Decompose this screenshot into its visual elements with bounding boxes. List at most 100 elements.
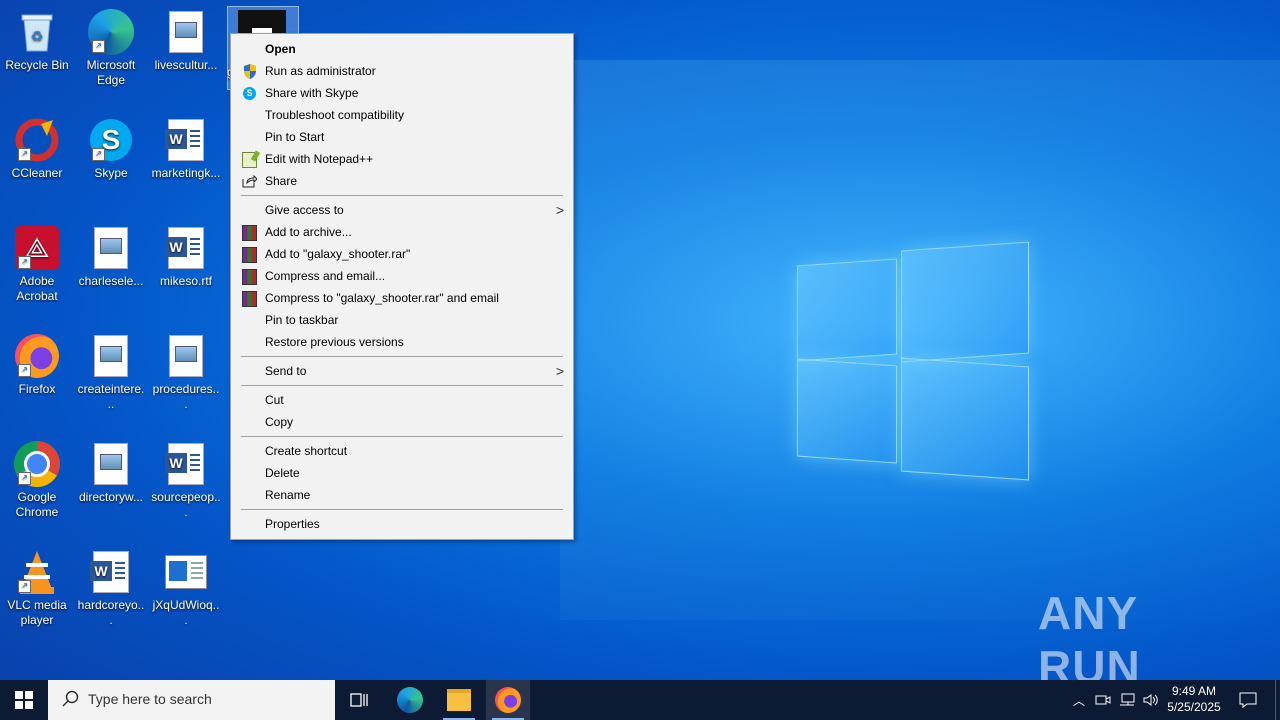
skype-icon: S ↗ — [88, 117, 134, 163]
menu-item-label: Troubleshoot compatibility — [265, 108, 404, 122]
menu-item-cut[interactable]: Cut — [232, 389, 572, 411]
desktop-icon-livescultur[interactable]: livescultur... — [149, 5, 223, 73]
desktop-icon-microsoft-edge[interactable]: ↗ Microsoft Edge — [74, 5, 148, 88]
start-button[interactable] — [0, 680, 48, 720]
menu-item-troubleshoot-compatibility[interactable]: Troubleshoot compatibility — [232, 104, 572, 126]
show-hidden-icons-button[interactable]: ︿ — [1068, 680, 1090, 720]
svg-text:♻: ♻ — [31, 28, 44, 44]
desktop-icon-marketingk[interactable]: W marketingk... — [149, 113, 223, 181]
desktop-icon-adobe-acrobat[interactable]: ⟁ ↗ Adobe Acrobat — [0, 221, 74, 304]
taskbar-file-explorer[interactable] — [437, 680, 481, 720]
task-view-icon — [350, 693, 368, 707]
menu-item-run-as-administrator[interactable]: Run as administrator — [232, 60, 572, 82]
desktop-icon-sourcepeop[interactable]: W sourcepeop... — [149, 437, 223, 520]
menu-item-add-to-archive[interactable]: Add to archive... — [232, 221, 572, 243]
menu-item-share[interactable]: Share — [232, 170, 572, 192]
menu-item-give-access-to[interactable]: Give access to > — [232, 199, 572, 221]
firefox-icon: ↗ — [14, 333, 60, 379]
desktop-icon-directoryw[interactable]: directoryw... — [74, 437, 148, 505]
wallpaper-logo-pane — [797, 258, 897, 362]
desktop-icon-label: directoryw... — [78, 490, 144, 504]
wallpaper-logo-pane — [797, 358, 897, 464]
taskbar-search-box[interactable]: Type here to search — [48, 680, 335, 720]
menu-item-label: Create shortcut — [265, 444, 348, 458]
task-view-button[interactable] — [338, 680, 382, 720]
menu-item-label: Edit with Notepad++ — [265, 152, 374, 166]
menu-item-pin-to-start[interactable]: Pin to Start — [232, 126, 572, 148]
chevron-up-icon: ︿ — [1072, 693, 1085, 708]
volume-tray[interactable] — [1140, 680, 1162, 720]
notepadpp-icon — [242, 149, 261, 168]
menu-item-label: Add to "galaxy_shooter.rar" — [265, 247, 411, 261]
desktop-icon-label: charlesele... — [78, 274, 144, 288]
menu-item-restore-previous-versions[interactable]: Restore previous versions — [232, 331, 572, 353]
notifications-button[interactable] — [1232, 680, 1264, 720]
taskbar-edge[interactable] — [388, 680, 432, 720]
menu-separator — [241, 356, 563, 357]
menu-item-share-with-skype[interactable]: S Share with Skype — [232, 82, 572, 104]
winrar-icon — [242, 246, 257, 263]
context-menu: Open Run as administrator S Share with S… — [230, 33, 574, 540]
meet-now-tray[interactable] — [1092, 680, 1114, 720]
menu-item-rename[interactable]: Rename — [232, 484, 572, 506]
image-file-icon — [88, 441, 134, 487]
desktop-icon-firefox[interactable]: ↗ Firefox — [0, 329, 74, 397]
desktop-icon-procedures[interactable]: procedures... — [149, 329, 223, 412]
desktop-icon-label: VLC media player — [7, 598, 67, 627]
search-icon — [62, 690, 79, 707]
menu-item-copy[interactable]: Copy — [232, 411, 572, 433]
taskbar-firefox[interactable] — [486, 680, 530, 720]
chrome-icon: ↗ — [14, 441, 60, 487]
menu-item-send-to[interactable]: Send to > — [232, 360, 572, 382]
word-doc-icon: W — [163, 225, 209, 271]
search-placeholder: Type here to search — [88, 691, 212, 707]
edge-icon — [397, 687, 423, 713]
image-file-icon — [163, 9, 209, 55]
firefox-icon — [495, 687, 521, 713]
desktop-icon-label: Google Chrome — [15, 490, 59, 519]
desktop-icon-jxqudwioq[interactable]: jXqUdWioq... — [149, 545, 223, 628]
menu-item-compress-and-email[interactable]: Compress and email... — [232, 265, 572, 287]
desktop-icon-hardcoreyo[interactable]: W hardcoreyo... — [74, 545, 148, 628]
desktop-icon-label: procedures... — [152, 382, 220, 411]
menu-item-compress-to-rar-and-email[interactable]: Compress to "galaxy_shooter.rar" and ema… — [232, 287, 572, 309]
menu-item-label: Properties — [265, 517, 320, 531]
vlc-icon: ↗ — [14, 549, 60, 595]
taskbar-clock[interactable]: 9:49 AM 5/25/2025 — [1160, 683, 1228, 715]
chevron-right-icon: > — [555, 363, 564, 379]
desktop-icon-vlc[interactable]: ↗ VLC media player — [0, 545, 74, 628]
clock-time: 9:49 AM — [1171, 684, 1217, 698]
desktop-icon-createintere[interactable]: createintere... — [74, 329, 148, 412]
desktop-icon-label: sourcepeop... — [151, 490, 221, 519]
menu-item-add-to-rar[interactable]: Add to "galaxy_shooter.rar" — [232, 243, 572, 265]
menu-item-create-shortcut[interactable]: Create shortcut — [232, 440, 572, 462]
image-file-icon — [88, 333, 134, 379]
recycle-bin-icon: ♻ — [14, 9, 60, 55]
desktop-icon-label: hardcoreyo... — [77, 598, 145, 627]
show-desktop-button[interactable] — [1275, 680, 1280, 720]
menu-item-pin-to-taskbar[interactable]: Pin to taskbar — [232, 309, 572, 331]
desktop-icon-label: createintere... — [77, 382, 145, 411]
menu-item-label: Compress and email... — [265, 269, 386, 283]
desktop-icon-google-chrome[interactable]: ↗ Google Chrome — [0, 437, 74, 520]
desktop-icon-ccleaner[interactable]: ↗ CCleaner — [0, 113, 74, 181]
menu-item-delete[interactable]: Delete — [232, 462, 572, 484]
desktop-icon-label: Firefox — [18, 382, 56, 396]
menu-item-edit-with-notepadpp[interactable]: Edit with Notepad++ — [232, 148, 572, 170]
uac-shield-icon — [242, 64, 257, 79]
network-tray[interactable] — [1116, 680, 1138, 720]
word-doc-icon: W — [88, 549, 134, 595]
menu-item-label: Add to archive... — [265, 225, 352, 239]
folder-icon — [447, 689, 471, 711]
menu-separator — [241, 436, 563, 437]
edge-icon: ↗ — [88, 9, 134, 55]
desktop-icon-charlesele[interactable]: charlesele... — [74, 221, 148, 289]
winrar-icon — [242, 290, 257, 307]
desktop-icon-mikeso[interactable]: W mikeso.rtf — [149, 221, 223, 289]
menu-item-open[interactable]: Open — [232, 38, 572, 60]
menu-item-properties[interactable]: Properties — [232, 513, 572, 535]
menu-separator — [241, 509, 563, 510]
desktop-icon-skype[interactable]: S ↗ Skype — [74, 113, 148, 181]
desktop-icon-recycle-bin[interactable]: ♻ Recycle Bin — [0, 5, 74, 73]
menu-item-label: Run as administrator — [265, 64, 376, 78]
